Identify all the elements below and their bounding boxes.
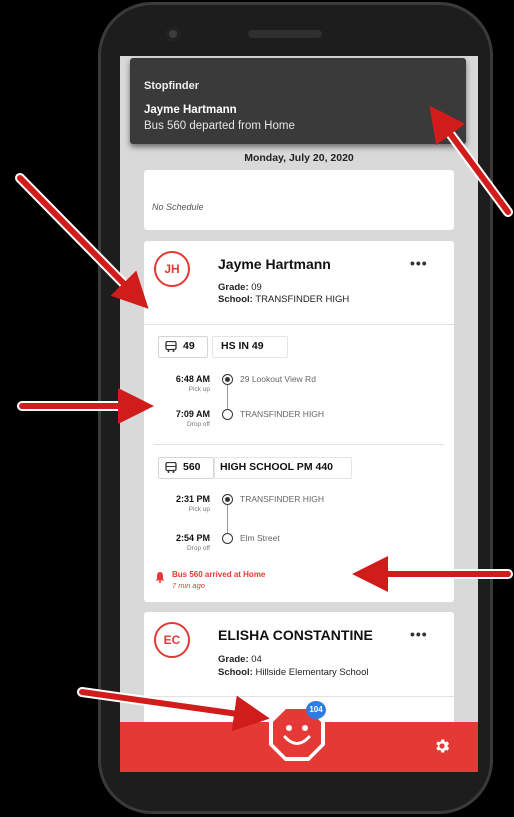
arrow-to-notification [429, 105, 511, 215]
annotation-arrows [15, 105, 513, 732]
arrow-to-student [17, 175, 149, 309]
arrow-to-stop-button [79, 689, 270, 732]
